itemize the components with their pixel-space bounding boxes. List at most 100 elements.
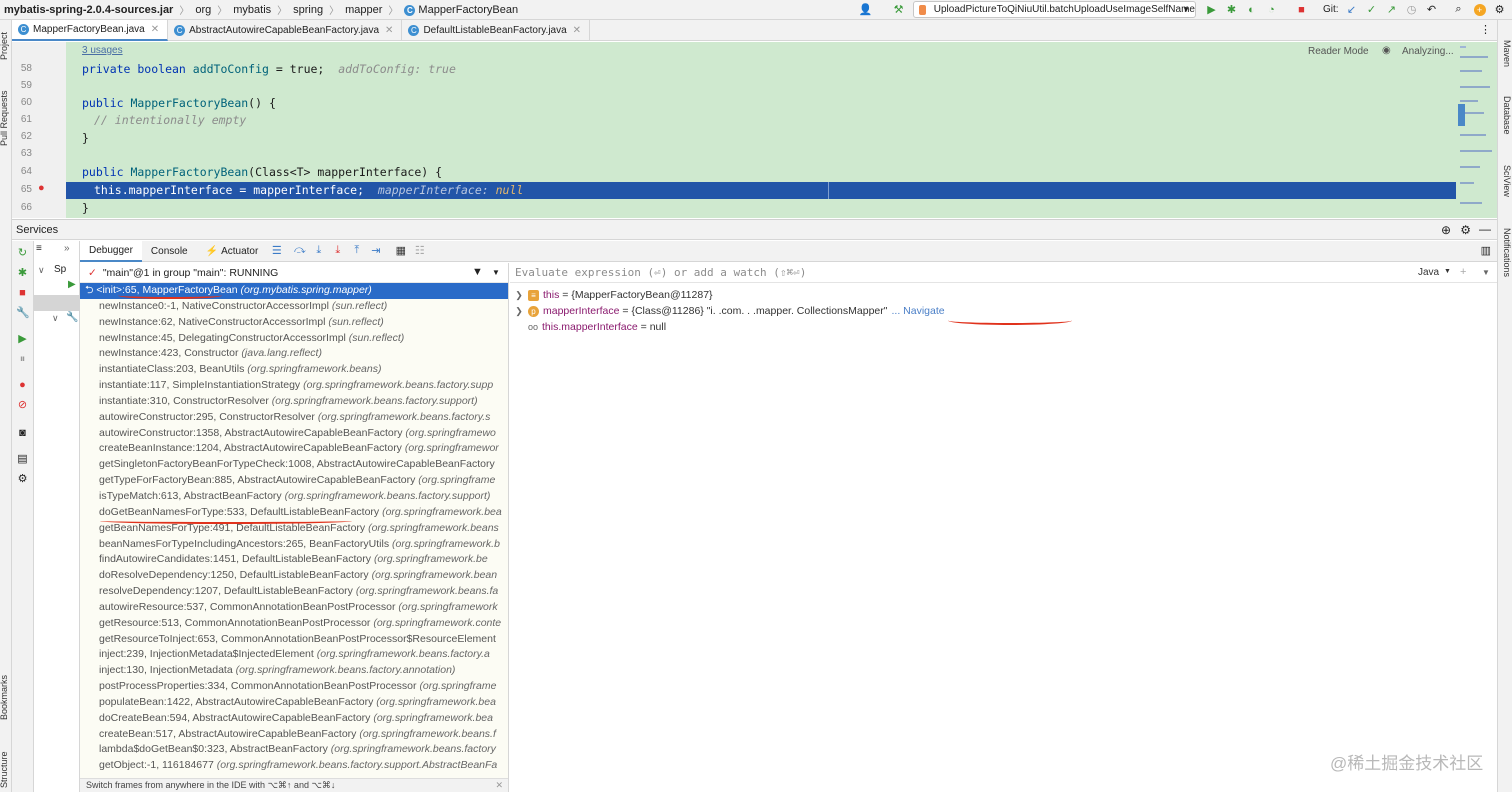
stack-frame[interactable]: getObject:-1, 116184677 (org.springframe… <box>80 758 508 774</box>
stack-frame[interactable]: findAutowireCandidates:1451, DefaultList… <box>80 552 508 568</box>
stack-frame[interactable]: beanNamesForTypeIncludingAncestors:265, … <box>80 537 508 553</box>
stack-frame[interactable]: newInstance:62, NativeConstructorAccesso… <box>80 315 508 331</box>
settings-icon[interactable]: ⚙ <box>16 473 29 486</box>
eye-icon[interactable]: ◉ <box>1382 45 1391 56</box>
stop-icon[interactable]: ■ <box>1294 2 1309 17</box>
more-icon[interactable]: » <box>64 243 70 254</box>
maven-tool-label[interactable]: Maven <box>1502 40 1512 67</box>
gear-icon[interactable]: ⚙ <box>1460 223 1471 237</box>
stop-icon[interactable]: ■ <box>16 287 29 300</box>
close-icon[interactable]: ✕ <box>151 24 159 35</box>
debug-icon[interactable]: ✱ <box>1224 2 1239 17</box>
stack-frame[interactable]: doCreateBean:594, AbstractAutowireCapabl… <box>80 711 508 727</box>
git-commit-icon[interactable]: ✓ <box>1364 2 1379 17</box>
stack-frame[interactable]: resolveDependency:1207, DefaultListableB… <box>80 584 508 600</box>
code-minimap[interactable] <box>1458 42 1497 218</box>
chevron-down-icon[interactable]: ∨ <box>52 313 59 324</box>
profile-icon[interactable]: ◔ <box>1264 2 1279 17</box>
evaluate-icon[interactable]: ▦ <box>391 244 410 258</box>
code-editor[interactable]: 3 usages Reader Mode ◉ Analyzing... 58 5… <box>12 42 1497 218</box>
pull-requests-tool-label[interactable]: Pull Requests <box>0 90 9 146</box>
layout-icon[interactable]: ▥ <box>1481 244 1491 257</box>
stack-frame[interactable]: createBeanInstance:1204, AbstractAutowir… <box>80 441 508 457</box>
notifications-tool-label[interactable]: Notifications <box>1502 228 1512 277</box>
chevron-down-icon[interactable]: ∨ <box>38 265 45 276</box>
step-over-icon[interactable]: ⤼ <box>290 244 309 258</box>
breakpoint-icon[interactable]: ● <box>38 182 45 194</box>
tab-abstractautowirecapablebeanfactory[interactable]: C AbstractAutowireCapableBeanFactory.jav… <box>168 20 403 41</box>
tab-mapperfactorybean[interactable]: C MapperFactoryBean.java ✕ <box>12 20 169 41</box>
expand-arrow-icon[interactable]: ❯ <box>510 290 528 301</box>
search-icon[interactable]: ⌕ <box>1451 2 1466 17</box>
collapse-all-icon[interactable]: ≡ <box>36 243 42 254</box>
stack-frame[interactable]: inject:239, InjectionMetadata$InjectedEl… <box>80 647 508 663</box>
tab-actuator[interactable]: ⚡ Actuator <box>197 241 268 262</box>
database-tool-label[interactable]: Database <box>1502 96 1512 135</box>
evaluate-expression-input[interactable]: Evaluate expression (⏎) or add a watch (… <box>510 263 1497 283</box>
stack-frame[interactable]: inject:130, InjectionMetadata (org.sprin… <box>80 663 508 679</box>
hammer-icon[interactable]: ⚒ <box>891 2 906 17</box>
breadcrumb-mapper[interactable]: mapper <box>339 4 388 16</box>
settings-icon[interactable]: ⚙ <box>1492 2 1507 17</box>
step-into-icon[interactable]: ⤓ <box>309 244 328 258</box>
tab-debugger[interactable]: Debugger <box>80 240 142 262</box>
stack-frame[interactable]: getSingletonFactoryBeanForTypeCheck:1008… <box>80 457 508 473</box>
mute-breakpoints-icon[interactable]: ⊘ <box>16 399 29 412</box>
show-execution-point-icon[interactable]: ☰ <box>267 244 286 258</box>
step-out-icon[interactable]: ⤒ <box>347 244 366 258</box>
stack-frame[interactable]: lambda$doGetBean$0:323, AbstractBeanFact… <box>80 742 508 758</box>
expand-arrow-icon[interactable]: ❯ <box>510 306 528 317</box>
stack-frame[interactable]: isTypeMatch:613, AbstractBeanFactory (or… <box>80 489 508 505</box>
force-step-into-icon[interactable]: ⤓ <box>328 244 347 258</box>
breadcrumb-jar[interactable]: mybatis-spring-2.0.4-sources.jar <box>0 4 179 16</box>
stack-frame[interactable]: createBean:517, AbstractAutowireCapableB… <box>80 727 508 743</box>
stack-frame[interactable]: getResource:513, CommonAnnotationBeanPos… <box>80 616 508 632</box>
resume-icon[interactable]: ▶ <box>16 333 29 346</box>
reader-mode-button[interactable]: Reader Mode <box>1308 46 1369 57</box>
wrench-icon[interactable]: 🔧 <box>16 307 30 320</box>
variable-row-this[interactable]: ❯ ≡ this = {MapperFactoryBean@11287} <box>510 287 1497 303</box>
close-icon[interactable]: ✕ <box>385 25 393 36</box>
stack-frame[interactable]: instantiate:117, SimpleInstantiationStra… <box>80 378 508 394</box>
project-tool-label[interactable]: Project <box>0 32 9 60</box>
minimap-viewport[interactable] <box>1458 104 1465 126</box>
breadcrumb-org[interactable]: org <box>189 4 217 16</box>
camera-icon[interactable]: ◙ <box>16 427 29 440</box>
more-tabs-icon[interactable]: ⋮ <box>1480 23 1491 36</box>
sciview-tool-label[interactable]: SciView <box>1502 165 1512 197</box>
minimize-icon[interactable]: — <box>1479 222 1491 236</box>
coverage-icon[interactable]: ◐ <box>1244 2 1259 17</box>
stack-frame[interactable]: autowireConstructor:295, ConstructorReso… <box>80 410 508 426</box>
user-icon[interactable]: 👤 <box>858 2 873 17</box>
close-icon[interactable]: ✕ <box>573 25 581 36</box>
updates-icon[interactable]: + <box>1472 2 1487 17</box>
stack-frame[interactable]: newInstance0:-1, NativeConstructorAccess… <box>80 299 508 315</box>
stack-frame[interactable]: autowireConstructor:1358, AbstractAutowi… <box>80 426 508 442</box>
run-configuration-select[interactable]: UploadPictureToQiNiuUtil.batchUploadUseI… <box>913 1 1196 18</box>
git-update-icon[interactable]: ↙ <box>1344 2 1359 17</box>
rerun-icon[interactable]: ↻ <box>16 247 29 260</box>
trace-icon[interactable]: ☷ <box>410 244 429 258</box>
chevron-down-icon[interactable]: ▼ <box>1482 268 1490 277</box>
stack-frame[interactable]: newInstance:45, DelegatingConstructorAcc… <box>80 331 508 347</box>
stack-frame[interactable]: autowireResource:537, CommonAnnotationBe… <box>80 600 508 616</box>
layout-icon[interactable]: ▤ <box>16 453 29 466</box>
view-breakpoints-icon[interactable]: ● <box>16 379 29 392</box>
stack-frame[interactable]: newInstance:423, Constructor (java.lang.… <box>80 346 508 362</box>
breadcrumb-mybatis[interactable]: mybatis <box>227 4 277 16</box>
run-to-cursor-icon[interactable]: ⇥ <box>366 244 385 258</box>
wrench-icon[interactable]: 🔧 <box>66 312 78 323</box>
debug-icon[interactable]: ✱ <box>16 267 29 280</box>
run-icon[interactable]: ▶ <box>68 279 76 290</box>
tab-console[interactable]: Console <box>142 241 197 262</box>
stack-frame[interactable]: getResourceToInject:653, CommonAnnotatio… <box>80 632 508 648</box>
stack-frame[interactable]: instantiate:310, ConstructorResolver (or… <box>80 394 508 410</box>
rollback-icon[interactable]: ↶ <box>1424 2 1439 17</box>
stack-frame[interactable]: getTypeForFactoryBean:885, AbstractAutow… <box>80 473 508 489</box>
spring-boot-item[interactable]: Sp <box>54 264 66 275</box>
thread-selector[interactable]: ✓ "main"@1 in group "main": RUNNING ▼ ▼ <box>80 263 508 283</box>
usages-link[interactable]: 3 usages <box>82 45 123 56</box>
bookmarks-tool-label[interactable]: Bookmarks <box>0 675 9 720</box>
pause-icon[interactable]: ⏸ <box>16 353 29 366</box>
language-select[interactable]: Java <box>1418 267 1439 278</box>
